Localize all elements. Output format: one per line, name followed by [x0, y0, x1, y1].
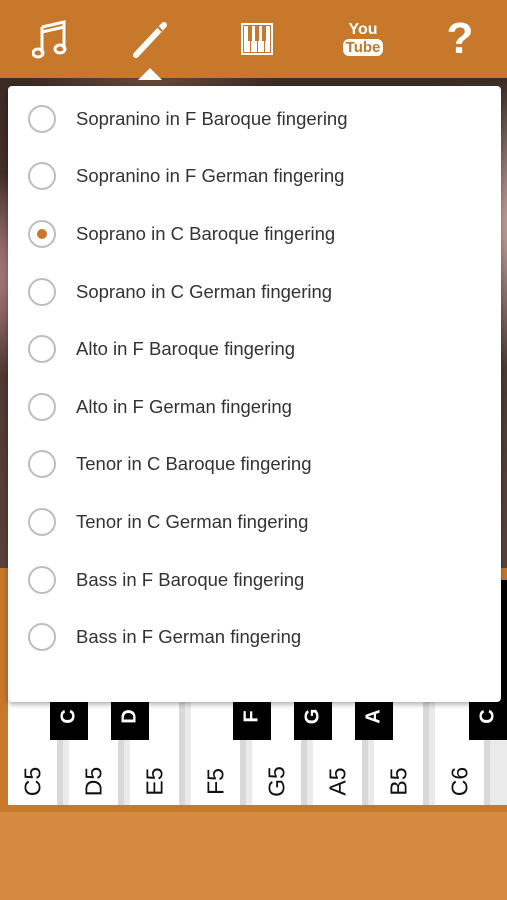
radio-button[interactable] [28, 104, 56, 133]
instrument-option-label: Bass in F German fingering [76, 626, 302, 648]
white-key-label: G5 [263, 766, 289, 797]
bottom-bar [0, 812, 507, 900]
instrument-option[interactable]: Soprano in C Baroque fingering [8, 205, 501, 263]
instrument-select-popup: Sopranino in F Baroque fingering Sopranin… [8, 86, 501, 702]
top-toolbar: You Tube ? [0, 0, 507, 78]
radio-button[interactable] [28, 219, 56, 248]
instrument-option[interactable]: Sopranino in F Baroque fingering [8, 90, 501, 148]
instrument-option[interactable]: Alto in F German fingering [8, 378, 501, 436]
piano-keys-icon [239, 21, 275, 57]
active-tab-pointer [138, 68, 162, 80]
black-key-label: A [362, 709, 385, 724]
white-key-label: E5 [141, 767, 167, 796]
instrument-option[interactable]: Soprano in C German fingering [8, 263, 501, 321]
instrument-option-label: Soprano in C Baroque fingering [76, 222, 336, 244]
youtube-top-text: You [348, 21, 378, 38]
instrument-option[interactable]: Sopranino in F German fingering [8, 148, 501, 206]
instrument-option-label: Sopranino in F German fingering [76, 165, 345, 187]
piano-button[interactable] [207, 0, 307, 78]
instrument-option[interactable]: Tenor in C Baroque fingering [8, 436, 501, 494]
instrument-option[interactable]: Alto in F Baroque fingering [8, 320, 501, 378]
radio-button[interactable] [28, 392, 56, 421]
radio-button[interactable] [28, 507, 56, 536]
radio-button[interactable] [28, 450, 56, 479]
black-key-label: C [476, 709, 499, 724]
instrument-option-label: Soprano in C German fingering [76, 280, 333, 302]
black-key-label: G [301, 708, 324, 725]
black-key-label: F [240, 710, 263, 723]
black-key-label: D [118, 709, 141, 724]
recorder-flute-icon [130, 19, 170, 59]
instrument-option-label: Tenor in C German fingering [76, 510, 309, 532]
radio-button[interactable] [28, 623, 56, 652]
help-icon: ? [446, 14, 474, 63]
instrument-option[interactable]: Tenor in C German fingering [8, 493, 501, 551]
instrument-option-label: Alto in F German fingering [76, 395, 292, 417]
white-key-label: B5 [385, 767, 411, 796]
youtube-bottom-text: Tube [342, 39, 384, 56]
app-root: You Tube ? C5 D5 E5 F5 G5 A5 B5 C6 C D F G A C Sopran… [0, 0, 507, 900]
white-key-label: A5 [324, 767, 350, 796]
instrument-option-label: Alto in F Baroque fingering [76, 338, 296, 360]
instrument-option-label: Tenor in C Baroque fingering [76, 453, 312, 475]
music-button[interactable] [0, 0, 100, 78]
black-key-label: C [57, 709, 80, 724]
radio-button[interactable] [28, 335, 56, 364]
recorder-button[interactable] [100, 0, 200, 78]
instrument-option[interactable]: Bass in F Baroque fingering [8, 551, 501, 609]
youtube-icon: You Tube [342, 21, 384, 56]
music-note-icon [32, 19, 68, 59]
white-key-label: C6 [446, 766, 472, 797]
help-button[interactable]: ? [410, 0, 507, 78]
radio-button[interactable] [28, 162, 56, 191]
white-key-label: D5 [80, 766, 106, 797]
white-key-label: F5 [202, 768, 228, 795]
instrument-option[interactable]: Bass in F German fingering [8, 608, 501, 666]
radio-button[interactable] [28, 565, 56, 594]
instrument-option-label: Bass in F Baroque fingering [76, 568, 305, 590]
instrument-option-label: Sopranino in F Baroque fingering [76, 107, 348, 129]
white-key-label: C5 [19, 766, 45, 797]
youtube-button[interactable]: You Tube [313, 0, 413, 78]
radio-button[interactable] [28, 277, 56, 306]
